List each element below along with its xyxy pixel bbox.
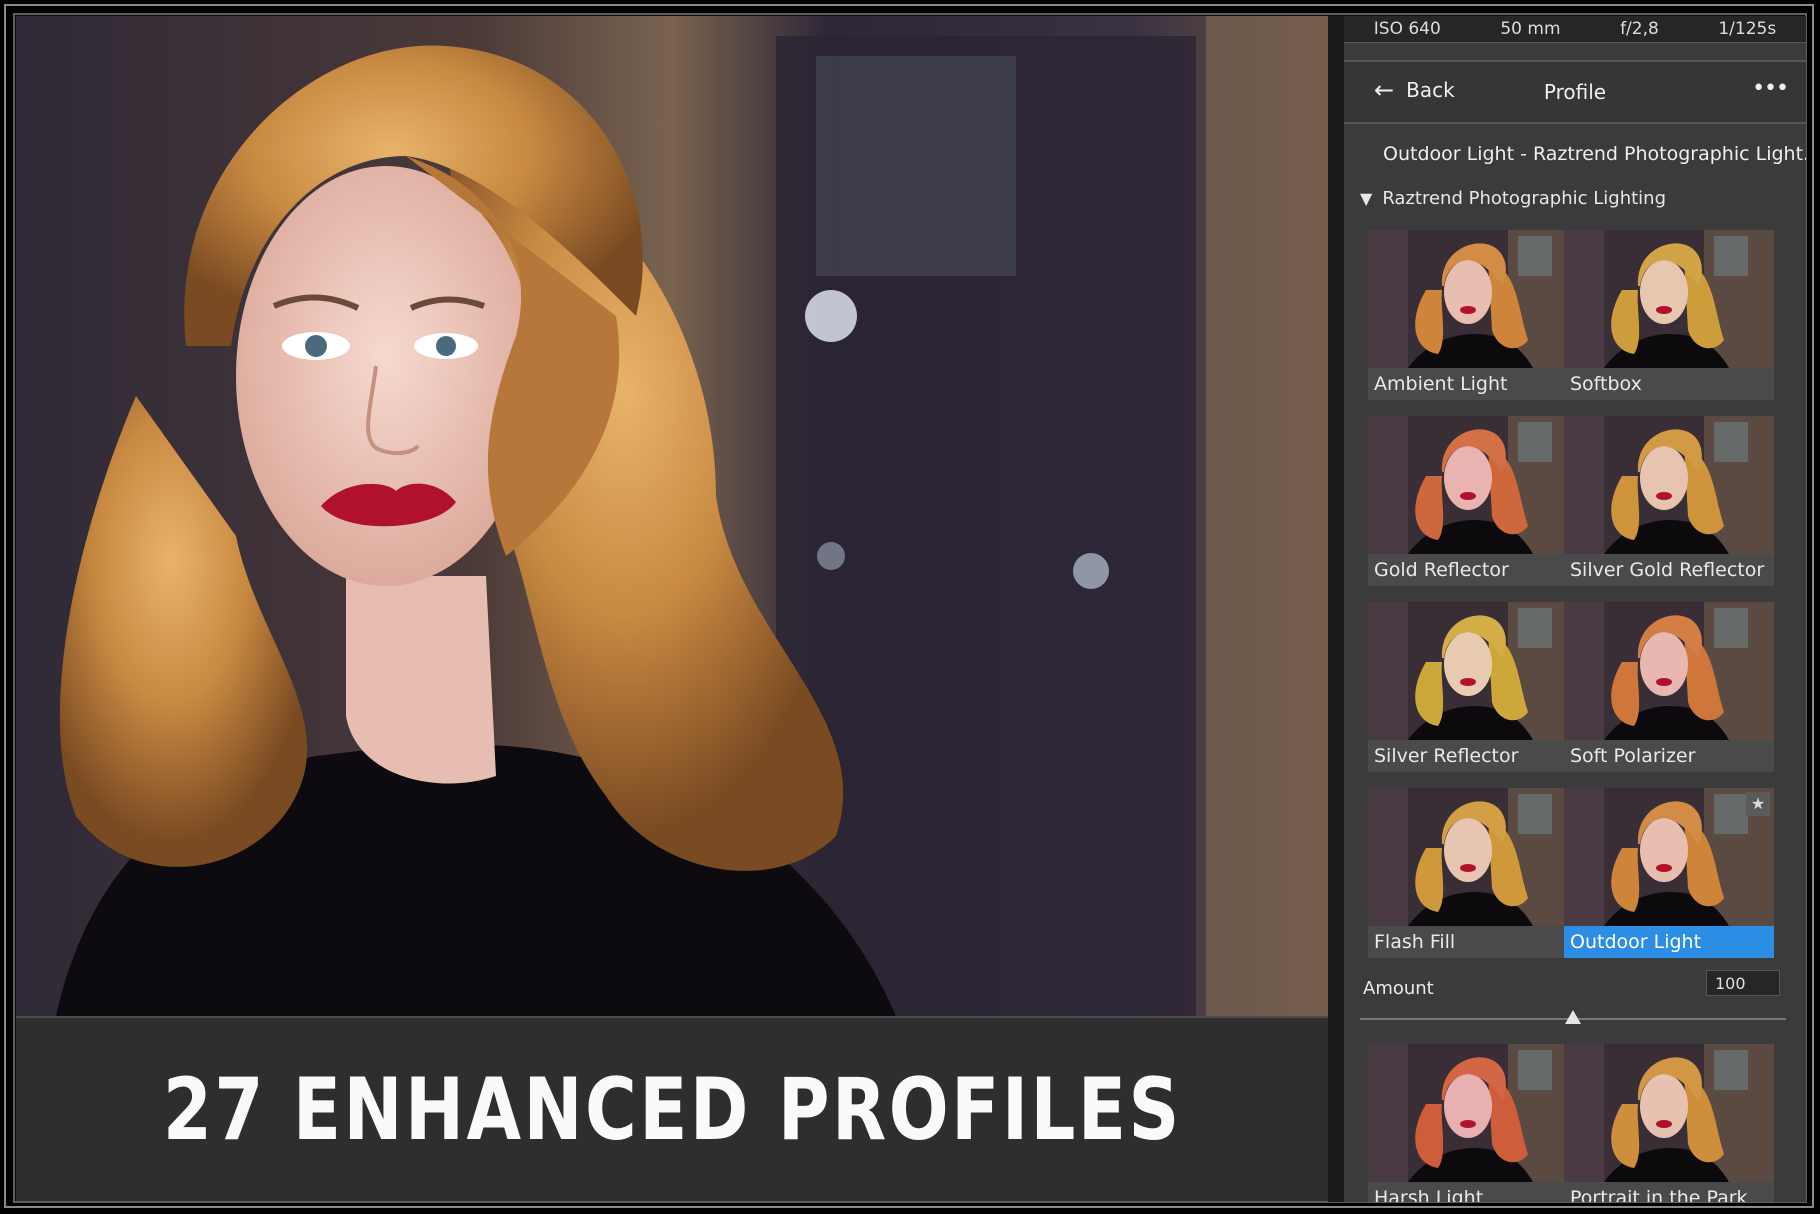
profile-tile[interactable]: Soft Polarizer <box>1564 602 1774 772</box>
profile-group-header[interactable]: ▼ Raztrend Photographic Lighting <box>1360 184 1666 212</box>
amount-slider-handle[interactable] <box>1565 1010 1581 1024</box>
portrait-illustration <box>16 16 1328 1016</box>
profile-thumbnail <box>1368 602 1578 740</box>
amount-input[interactable]: 100 <box>1706 970 1780 996</box>
collapse-triangle-icon: ▼ <box>1360 188 1373 208</box>
profile-tile[interactable]: Silver Gold Reflector <box>1564 416 1774 586</box>
caption-text: 27 ENHANCED PROFILES <box>162 1059 1182 1160</box>
profile-tile[interactable]: Flash Fill <box>1368 788 1578 958</box>
profile-thumbnail <box>1368 788 1578 926</box>
panel-divider <box>1328 16 1344 1202</box>
profile-label: Flash Fill <box>1368 926 1578 958</box>
exif-focal-length: 50 mm <box>1500 19 1561 39</box>
favorite-star-icon[interactable]: ★ <box>1746 792 1770 816</box>
profile-tile[interactable]: Silver Reflector <box>1368 602 1578 772</box>
main-photo <box>16 16 1328 1016</box>
profile-label: Gold Reflector <box>1368 554 1578 586</box>
profile-label: Harsh Light <box>1368 1182 1578 1202</box>
profile-thumbnail <box>1564 1044 1774 1182</box>
profile-thumbnail <box>1368 416 1578 554</box>
profile-tile[interactable]: Portrait in the Park <box>1564 1044 1774 1202</box>
more-options-icon[interactable]: ••• <box>1752 76 1789 101</box>
profile-thumbnail <box>1564 230 1774 368</box>
amount-row: Amount 100 <box>1360 964 1790 1004</box>
profile-tile[interactable]: Ambient Light <box>1368 230 1578 400</box>
profile-thumbnail <box>1368 1044 1578 1182</box>
profile-label: Outdoor Light <box>1564 926 1774 958</box>
profile-panel: ISO 640 50 mm f/2,8 1/125s ← Back Profil… <box>1344 16 1806 1202</box>
profile-tile[interactable]: Harsh Light <box>1368 1044 1578 1202</box>
amount-label: Amount <box>1363 978 1434 999</box>
profile-thumbnail <box>1564 788 1774 926</box>
caption-bar: 27 ENHANCED PROFILES <box>16 1016 1328 1201</box>
profile-label: Soft Polarizer <box>1564 740 1774 772</box>
profile-thumbnail <box>1564 416 1774 554</box>
profile-label: Silver Reflector <box>1368 740 1578 772</box>
profile-navbar: ← Back Profile ••• <box>1344 60 1806 124</box>
profile-tile[interactable]: Outdoor Light ★ <box>1564 788 1774 958</box>
profile-label: Portrait in the Park <box>1564 1182 1774 1202</box>
profile-group-name: Raztrend Photographic Lighting <box>1382 187 1667 209</box>
profile-tile[interactable]: Softbox <box>1564 230 1774 400</box>
profile-label: Silver Gold Reflector <box>1564 554 1774 586</box>
exif-shutter: 1/125s <box>1718 19 1777 39</box>
profile-label: Softbox <box>1564 368 1774 400</box>
exif-aperture: f/2,8 <box>1620 19 1659 39</box>
exif-bar: ISO 640 50 mm f/2,8 1/125s <box>1344 16 1806 43</box>
profile-tile[interactable]: Gold Reflector <box>1368 416 1578 586</box>
profile-thumbnail <box>1564 602 1774 740</box>
profile-thumbnail <box>1368 230 1578 368</box>
profile-label: Ambient Light <box>1368 368 1578 400</box>
panel-title: Profile <box>1543 80 1607 104</box>
profile-selector[interactable]: Outdoor Light - Raztrend Photographic Li… <box>1344 134 1806 174</box>
exif-iso: ISO 640 <box>1373 19 1441 39</box>
